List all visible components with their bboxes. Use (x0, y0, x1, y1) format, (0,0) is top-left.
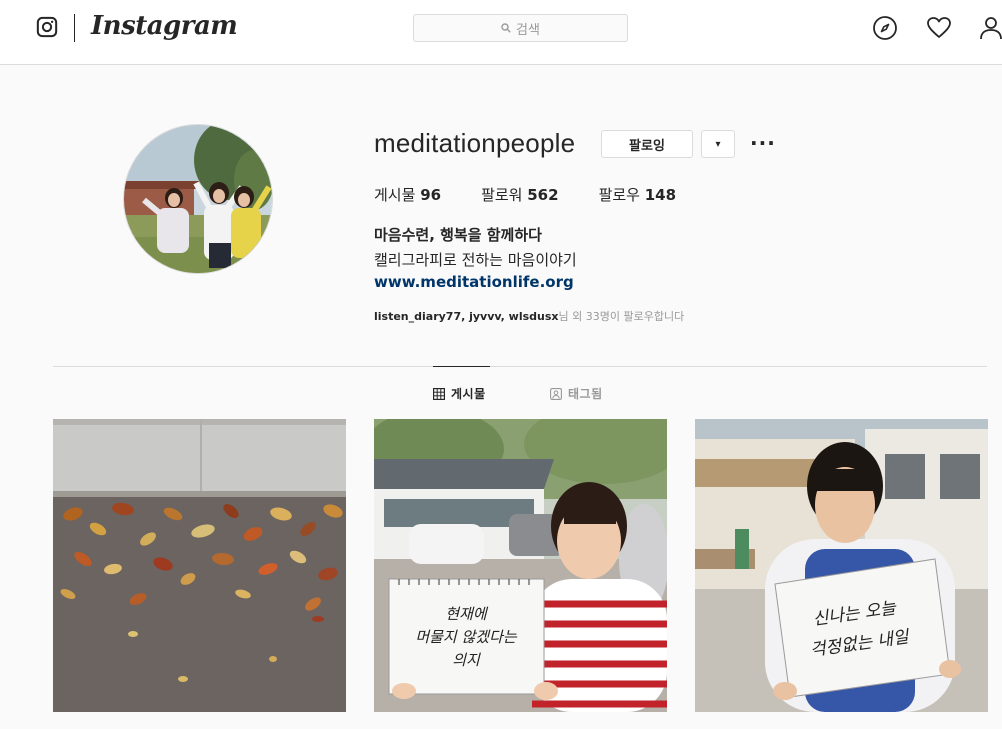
followed-by-text[interactable]: listen_diary77, jyvvv, wlsdusx님 외 33명이 팔… (374, 308, 684, 324)
avatar-photo (124, 125, 272, 273)
top-navigation-bar: Instagram 검색 (0, 0, 1002, 65)
followed-by-names: listen_diary77, jyvvv, wlsdusx (374, 310, 559, 323)
sign-text-line-2: 머물지 않겠다는 (415, 628, 518, 646)
post-thumbnail-3[interactable]: 신나는 오늘 걱정없는 내일 (695, 419, 988, 712)
profile-stats: 게시물 96 팔로워 562 팔로우 148 (374, 184, 716, 205)
profile-person-icon[interactable] (978, 15, 1002, 41)
explore-compass-icon[interactable] (872, 15, 898, 41)
sign-text-line-3: 의지 (452, 651, 481, 669)
following-button[interactable]: 팔로잉 (601, 130, 693, 158)
stat-posts: 게시물 96 (374, 186, 442, 204)
post-thumbnail-1[interactable] (53, 419, 346, 712)
tab-posts[interactable]: 게시물 (433, 385, 486, 402)
more-options-button[interactable]: ··· (750, 130, 776, 156)
active-tab-indicator (433, 366, 490, 367)
stat-followers[interactable]: 팔로워 562 (481, 184, 559, 205)
grid-icon (433, 387, 445, 400)
post-thumbnail-2[interactable]: 현재에 머물지 않겠다는 의지 (374, 419, 667, 712)
activity-heart-icon[interactable] (926, 15, 952, 41)
tabs-divider (53, 366, 987, 367)
search-input[interactable]: 검색 (413, 14, 628, 42)
tab-tagged[interactable]: 태그됨 (550, 385, 603, 402)
search-placeholder: 검색 (516, 22, 540, 38)
profile-full-name: 마음수련, 행복을 함께하다 (374, 226, 542, 244)
suggestions-dropdown-button[interactable]: ▾ (701, 130, 735, 158)
stat-following[interactable]: 팔로우 148 (599, 184, 677, 205)
profile-avatar[interactable] (123, 124, 273, 274)
tagged-person-icon (550, 387, 562, 400)
profile-bio: 캘리그라피로 전하는 마음이야기 (374, 251, 577, 269)
followed-by-suffix: 님 외 33명이 팔로우합니다 (558, 310, 685, 323)
post-image-man-with-sign: 현재에 머물지 않겠다는 의지 (374, 419, 667, 712)
instagram-wordmark[interactable]: Instagram (91, 11, 238, 41)
profile-username: meditationpeople (374, 128, 576, 158)
profile-website-link[interactable]: www.meditationlife.org (374, 273, 574, 291)
search-icon (501, 23, 511, 33)
instagram-glyph-icon[interactable] (36, 16, 58, 38)
post-image-autumn-leaves (53, 419, 346, 712)
post-image-woman-with-sign: 신나는 오늘 걱정없는 내일 (695, 419, 988, 712)
sign-text-line-1: 현재에 (445, 605, 489, 623)
logo-divider (74, 14, 75, 42)
